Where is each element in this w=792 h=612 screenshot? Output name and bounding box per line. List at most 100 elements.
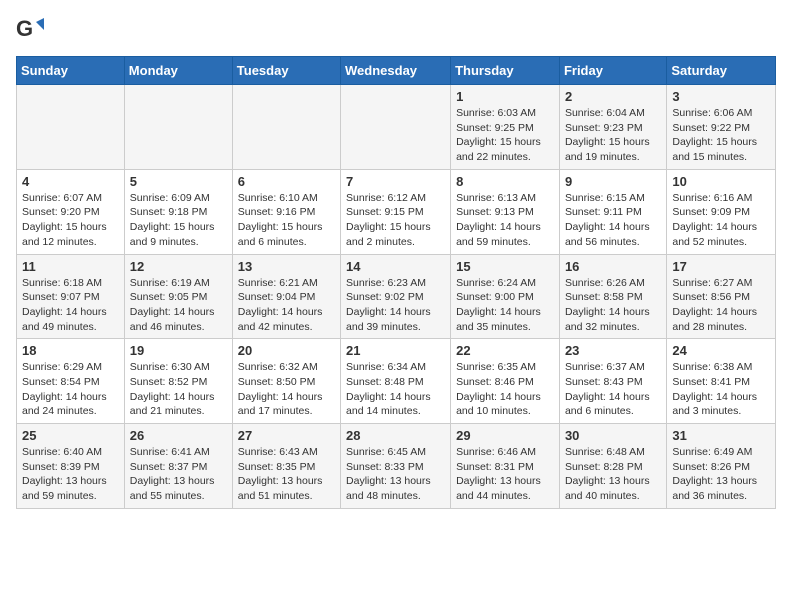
col-header-saturday: Saturday xyxy=(667,57,776,85)
calendar-cell: 26 Sunrise: 6:41 AMSunset: 8:37 PMDayligh… xyxy=(124,424,232,509)
day-detail: Sunrise: 6:49 AMSunset: 8:26 PMDaylight:… xyxy=(672,445,770,504)
calendar-cell: 3 Sunrise: 6:06 AMSunset: 9:22 PMDaylight… xyxy=(667,85,776,170)
day-detail: Sunrise: 6:46 AMSunset: 8:31 PMDaylight:… xyxy=(456,445,554,504)
col-header-sunday: Sunday xyxy=(17,57,125,85)
calendar-cell: 12 Sunrise: 6:19 AMSunset: 9:05 PMDayligh… xyxy=(124,254,232,339)
calendar-cell: 22 Sunrise: 6:35 AMSunset: 8:46 PMDayligh… xyxy=(451,339,560,424)
calendar-cell xyxy=(341,85,451,170)
calendar-cell: 28 Sunrise: 6:45 AMSunset: 8:33 PMDayligh… xyxy=(341,424,451,509)
day-detail: Sunrise: 6:03 AMSunset: 9:25 PMDaylight:… xyxy=(456,106,554,165)
day-detail: Sunrise: 6:19 AMSunset: 9:05 PMDaylight:… xyxy=(130,276,227,335)
day-detail: Sunrise: 6:30 AMSunset: 8:52 PMDaylight:… xyxy=(130,360,227,419)
calendar-cell: 5 Sunrise: 6:09 AMSunset: 9:18 PMDaylight… xyxy=(124,169,232,254)
day-detail: Sunrise: 6:04 AMSunset: 9:23 PMDaylight:… xyxy=(565,106,661,165)
day-detail: Sunrise: 6:07 AMSunset: 9:20 PMDaylight:… xyxy=(22,191,119,250)
day-detail: Sunrise: 6:27 AMSunset: 8:56 PMDaylight:… xyxy=(672,276,770,335)
day-detail: Sunrise: 6:06 AMSunset: 9:22 PMDaylight:… xyxy=(672,106,770,165)
day-number: 21 xyxy=(346,343,445,358)
calendar-cell: 30 Sunrise: 6:48 AMSunset: 8:28 PMDayligh… xyxy=(559,424,666,509)
calendar-cell xyxy=(17,85,125,170)
calendar-cell: 9 Sunrise: 6:15 AMSunset: 9:11 PMDaylight… xyxy=(559,169,666,254)
day-number: 13 xyxy=(238,259,335,274)
day-detail: Sunrise: 6:21 AMSunset: 9:04 PMDaylight:… xyxy=(238,276,335,335)
day-number: 2 xyxy=(565,89,661,104)
day-number: 31 xyxy=(672,428,770,443)
day-detail: Sunrise: 6:24 AMSunset: 9:00 PMDaylight:… xyxy=(456,276,554,335)
calendar-cell: 4 Sunrise: 6:07 AMSunset: 9:20 PMDaylight… xyxy=(17,169,125,254)
calendar-cell: 15 Sunrise: 6:24 AMSunset: 9:00 PMDayligh… xyxy=(451,254,560,339)
calendar-table: SundayMondayTuesdayWednesdayThursdayFrid… xyxy=(16,56,776,509)
svg-text:G: G xyxy=(16,16,33,41)
calendar-cell: 7Sunrise: 6:12 AMSunset: 9:15 PMDaylight… xyxy=(341,169,451,254)
calendar-cell: 14 Sunrise: 6:23 AMSunset: 9:02 PMDayligh… xyxy=(341,254,451,339)
day-number: 8 xyxy=(456,174,554,189)
day-detail: Sunrise: 6:18 AMSunset: 9:07 PMDaylight:… xyxy=(22,276,119,335)
day-number: 18 xyxy=(22,343,119,358)
calendar-cell: 20 Sunrise: 6:32 AMSunset: 8:50 PMDayligh… xyxy=(232,339,340,424)
calendar-cell: 8 Sunrise: 6:13 AMSunset: 9:13 PMDaylight… xyxy=(451,169,560,254)
calendar-cell: 13 Sunrise: 6:21 AMSunset: 9:04 PMDayligh… xyxy=(232,254,340,339)
calendar-cell: 1 Sunrise: 6:03 AMSunset: 9:25 PMDaylight… xyxy=(451,85,560,170)
day-detail: Sunrise: 6:13 AMSunset: 9:13 PMDaylight:… xyxy=(456,191,554,250)
calendar-cell: 11Sunrise: 6:18 AMSunset: 9:07 PMDayligh… xyxy=(17,254,125,339)
day-detail: Sunrise: 6:16 AMSunset: 9:09 PMDaylight:… xyxy=(672,191,770,250)
day-number: 1 xyxy=(456,89,554,104)
day-detail: Sunrise: 6:15 AMSunset: 9:11 PMDaylight:… xyxy=(565,191,661,250)
day-detail: Sunrise: 6:34 AMSunset: 8:48 PMDaylight:… xyxy=(346,360,445,419)
calendar-cell: 25 Sunrise: 6:40 AMSunset: 8:39 PMDayligh… xyxy=(17,424,125,509)
day-number: 10 xyxy=(672,174,770,189)
day-number: 30 xyxy=(565,428,661,443)
day-detail: Sunrise: 6:38 AMSunset: 8:41 PMDaylight:… xyxy=(672,360,770,419)
day-detail: Sunrise: 6:29 AMSunset: 8:54 PMDaylight:… xyxy=(22,360,119,419)
header: G xyxy=(16,16,776,44)
day-detail: Sunrise: 6:43 AMSunset: 8:35 PMDaylight:… xyxy=(238,445,335,504)
day-number: 12 xyxy=(130,259,227,274)
day-number: 4 xyxy=(22,174,119,189)
day-detail: Sunrise: 6:37 AMSunset: 8:43 PMDaylight:… xyxy=(565,360,661,419)
day-number: 14 xyxy=(346,259,445,274)
day-detail: Sunrise: 6:48 AMSunset: 8:28 PMDaylight:… xyxy=(565,445,661,504)
day-detail: Sunrise: 6:09 AMSunset: 9:18 PMDaylight:… xyxy=(130,191,227,250)
calendar-cell: 24 Sunrise: 6:38 AMSunset: 8:41 PMDayligh… xyxy=(667,339,776,424)
col-header-thursday: Thursday xyxy=(451,57,560,85)
col-header-friday: Friday xyxy=(559,57,666,85)
day-number: 16 xyxy=(565,259,661,274)
day-detail: Sunrise: 6:32 AMSunset: 8:50 PMDaylight:… xyxy=(238,360,335,419)
day-number: 7 xyxy=(346,174,445,189)
day-detail: Sunrise: 6:35 AMSunset: 8:46 PMDaylight:… xyxy=(456,360,554,419)
calendar-cell: 2 Sunrise: 6:04 AMSunset: 9:23 PMDaylight… xyxy=(559,85,666,170)
calendar-cell: 29 Sunrise: 6:46 AMSunset: 8:31 PMDayligh… xyxy=(451,424,560,509)
col-header-wednesday: Wednesday xyxy=(341,57,451,85)
calendar-cell: 6Sunrise: 6:10 AMSunset: 9:16 PMDaylight… xyxy=(232,169,340,254)
day-detail: Sunrise: 6:41 AMSunset: 8:37 PMDaylight:… xyxy=(130,445,227,504)
day-number: 25 xyxy=(22,428,119,443)
day-number: 5 xyxy=(130,174,227,189)
day-number: 3 xyxy=(672,89,770,104)
day-number: 17 xyxy=(672,259,770,274)
calendar-cell xyxy=(124,85,232,170)
calendar-cell: 17 Sunrise: 6:27 AMSunset: 8:56 PMDayligh… xyxy=(667,254,776,339)
day-number: 28 xyxy=(346,428,445,443)
day-number: 15 xyxy=(456,259,554,274)
day-number: 26 xyxy=(130,428,227,443)
logo: G xyxy=(16,16,48,44)
calendar-cell: 16 Sunrise: 6:26 AMSunset: 8:58 PMDayligh… xyxy=(559,254,666,339)
day-number: 27 xyxy=(238,428,335,443)
calendar-cell: 10 Sunrise: 6:16 AMSunset: 9:09 PMDayligh… xyxy=(667,169,776,254)
day-detail: Sunrise: 6:23 AMSunset: 9:02 PMDaylight:… xyxy=(346,276,445,335)
calendar-cell: 27 Sunrise: 6:43 AMSunset: 8:35 PMDayligh… xyxy=(232,424,340,509)
calendar-cell: 31 Sunrise: 6:49 AMSunset: 8:26 PMDayligh… xyxy=(667,424,776,509)
day-number: 23 xyxy=(565,343,661,358)
day-detail: Sunrise: 6:26 AMSunset: 8:58 PMDaylight:… xyxy=(565,276,661,335)
day-detail: Sunrise: 6:40 AMSunset: 8:39 PMDaylight:… xyxy=(22,445,119,504)
day-detail: Sunrise: 6:45 AMSunset: 8:33 PMDaylight:… xyxy=(346,445,445,504)
calendar-cell: 18 Sunrise: 6:29 AMSunset: 8:54 PMDayligh… xyxy=(17,339,125,424)
day-number: 9 xyxy=(565,174,661,189)
day-number: 24 xyxy=(672,343,770,358)
day-number: 6 xyxy=(238,174,335,189)
col-header-monday: Monday xyxy=(124,57,232,85)
day-number: 29 xyxy=(456,428,554,443)
day-number: 20 xyxy=(238,343,335,358)
day-number: 22 xyxy=(456,343,554,358)
calendar-cell: 21 Sunrise: 6:34 AMSunset: 8:48 PMDayligh… xyxy=(341,339,451,424)
